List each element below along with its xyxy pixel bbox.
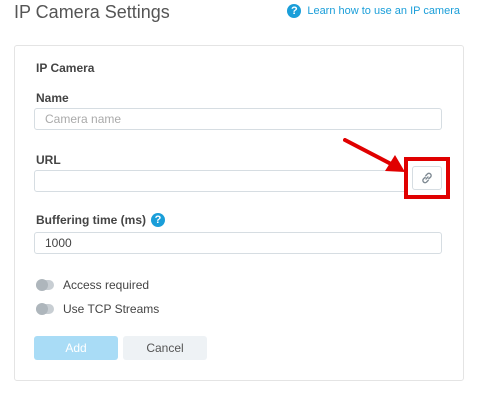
link-icon — [422, 172, 432, 184]
question-circle-icon: ? — [287, 4, 302, 18]
tcp-streams-row: Use TCP Streams — [36, 302, 159, 316]
buffering-time-input[interactable] — [34, 232, 442, 254]
name-label-text: Name — [36, 91, 69, 105]
help-link-label[interactable]: Learn how to use an IP camera — [307, 5, 460, 17]
access-required-row: Access required — [36, 278, 149, 292]
buffering-label: Buffering time (ms) ? — [36, 213, 166, 227]
buffering-label-text: Buffering time (ms) — [36, 213, 147, 227]
add-button[interactable]: Add — [34, 336, 118, 360]
tcp-streams-toggle[interactable] — [36, 303, 54, 315]
link-button[interactable] — [412, 166, 442, 190]
question-circle-icon[interactable]: ? — [151, 213, 166, 227]
tcp-streams-label: Use TCP Streams — [63, 302, 160, 316]
cancel-button[interactable]: Cancel — [123, 336, 207, 360]
section-title: IP Camera — [36, 61, 95, 75]
ip-camera-settings-page: IP Camera Settings ? Learn how to use an… — [0, 0, 483, 401]
url-label-text: URL — [36, 153, 61, 167]
access-required-toggle[interactable] — [36, 279, 54, 291]
help-link[interactable]: ? Learn how to use an IP camera — [287, 4, 460, 18]
name-label: Name — [36, 91, 69, 105]
access-required-label: Access required — [63, 278, 150, 292]
page-title: IP Camera Settings — [14, 2, 170, 22]
url-label: URL — [36, 153, 61, 167]
camera-name-input[interactable] — [34, 108, 442, 130]
ip-camera-form-card: IP Camera Name URL — [14, 45, 464, 381]
annotation-arrow-icon — [343, 138, 405, 172]
